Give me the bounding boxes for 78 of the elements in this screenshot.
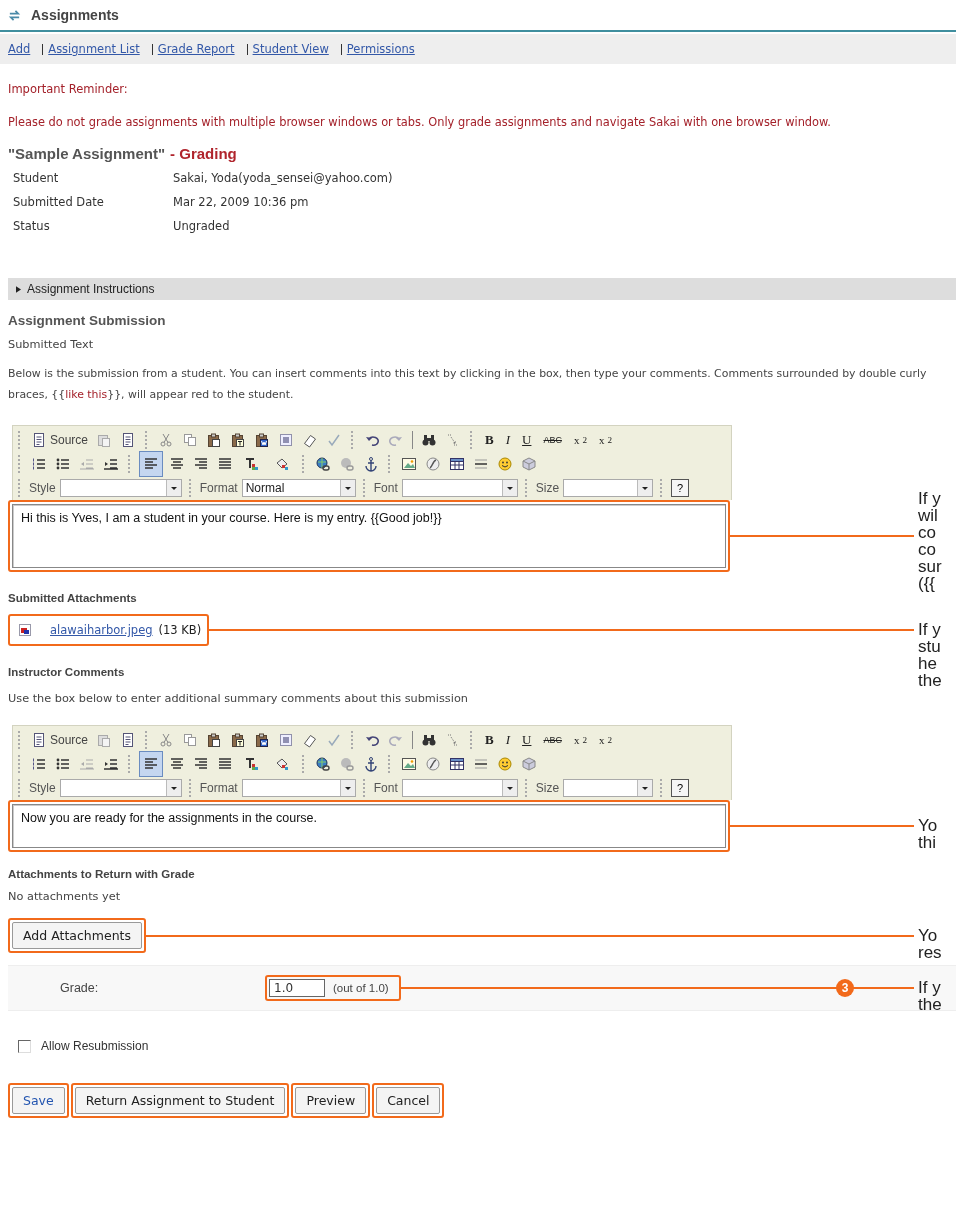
detail-value: Ungraded (173, 218, 231, 234)
section-heading: Instructor Comments (8, 666, 125, 678)
document-icon (31, 432, 47, 448)
combo-label: Size (535, 481, 560, 495)
dropdown[interactable]: Normal (241, 479, 356, 497)
combo-label: Style (29, 481, 56, 495)
image-file-icon (18, 623, 32, 637)
action-button[interactable]: Cancel (376, 1087, 441, 1114)
source-button[interactable]: Source (29, 431, 91, 449)
sync-arrows-icon (8, 8, 21, 22)
detail-label: Submitted Date (13, 194, 105, 210)
format-button[interactable]: I (501, 431, 515, 449)
link-icon[interactable] (313, 754, 333, 774)
instructions-text: Below is the submission from a student. You can insert comments into this text by clicking in the box, then type your comments. Comments surrounded by double curly braces, {{like this}}, will appear red to the student. (8, 366, 928, 403)
smiley-icon[interactable] (495, 754, 515, 774)
combo-label: Font (373, 481, 398, 495)
flash-icon[interactable] (423, 454, 443, 474)
help-button[interactable]: ? (671, 479, 690, 497)
grade-input[interactable]: 1.0 (269, 979, 325, 997)
format-button[interactable]: ABC (539, 734, 566, 746)
instructions-toggle[interactable]: Assignment Instructions (8, 278, 956, 300)
text-editor-area[interactable]: Now you are ready for the assignments in the course. (12, 804, 726, 848)
align-left-icon[interactable] (139, 451, 163, 477)
reminder-title: Important Reminder: (8, 82, 129, 96)
action-button[interactable]: Return Assignment to Student (74, 1087, 286, 1114)
detail-value: Sakai, Yoda(yoda_sensei@yahoo.com) (173, 170, 394, 186)
callout-text: If y wil co co sur ({{ (918, 490, 942, 593)
format-button[interactable]: B (481, 431, 498, 449)
nav-link[interactable]: Add (8, 42, 31, 56)
document-icon (31, 732, 47, 748)
format-button[interactable]: U (518, 731, 536, 749)
combo-label: Style (29, 781, 56, 795)
combo-label: Format (199, 781, 238, 795)
format-button[interactable]: I (501, 731, 515, 749)
format-button[interactable]: ABC (539, 434, 566, 446)
attachment-link[interactable]: alawaiharbor.jpeg (50, 623, 153, 637)
detail-value: Mar 22, 2009 10:36 pm (173, 194, 310, 210)
nav-link[interactable]: Grade Report (151, 43, 235, 55)
detail-label: Status (13, 218, 51, 234)
callout-text: Yo thi (918, 817, 938, 851)
checkbox[interactable] (18, 1039, 31, 1053)
empty-message: No attachments yet (8, 890, 121, 903)
section-heading: Submitted Attachments (8, 592, 137, 604)
nav-link[interactable]: Student View (246, 43, 329, 55)
source-button[interactable]: Source (29, 731, 91, 749)
action-button[interactable]: Preview (295, 1087, 367, 1114)
action-button[interactable]: Save (12, 1087, 65, 1114)
flash-icon[interactable] (423, 754, 443, 774)
nav-link[interactable]: Assignment List (42, 43, 140, 55)
align-left-icon[interactable] (139, 751, 163, 777)
step-number-badge: 3 (836, 979, 854, 997)
subheading: Submitted Text (8, 338, 94, 351)
help-button[interactable]: ? (671, 779, 690, 797)
add-attachments-button[interactable]: Add Attachments (12, 922, 142, 949)
callout-text: If y stu he the (918, 621, 942, 689)
smiley-icon[interactable] (495, 454, 515, 474)
combo-label: Format (199, 481, 238, 495)
section-heading: Attachments to Return with Grade (8, 868, 195, 880)
callout-text: If y the (918, 979, 942, 1013)
grade-label: Grade: (59, 981, 100, 995)
callout-text: Yo res (918, 926, 942, 961)
format-button[interactable]: U (518, 431, 536, 449)
combo-label: Font (373, 781, 398, 795)
link-icon[interactable] (313, 454, 333, 474)
tool-title: Assignments (31, 7, 119, 23)
grading-label: - Grading (170, 145, 237, 162)
assignment-title: "Sample Assignment" (8, 145, 166, 162)
checkbox-label: Allow Resubmission (41, 1039, 149, 1053)
format-button[interactable]: B (481, 731, 498, 749)
combo-label: Size (535, 781, 560, 795)
hint-text: Use the box below to enter additional summary comments about this submission (8, 692, 468, 705)
detail-label: Student (13, 170, 60, 186)
grade-scale: (out of 1.0) (333, 982, 389, 994)
file-size: (13 KB) (158, 623, 202, 637)
text-editor-area[interactable]: Hi this is Yves, I am a student in your course. Here is my entry. {{Good job!}} (12, 504, 726, 568)
reminder-message: Please do not grade assignments with multiple browser windows or tabs. Only grade assignments and navigate Sakai with one browser window. (8, 115, 832, 129)
nav-link[interactable]: Permissions (340, 43, 415, 55)
section-heading: Assignment Submission (8, 313, 166, 328)
